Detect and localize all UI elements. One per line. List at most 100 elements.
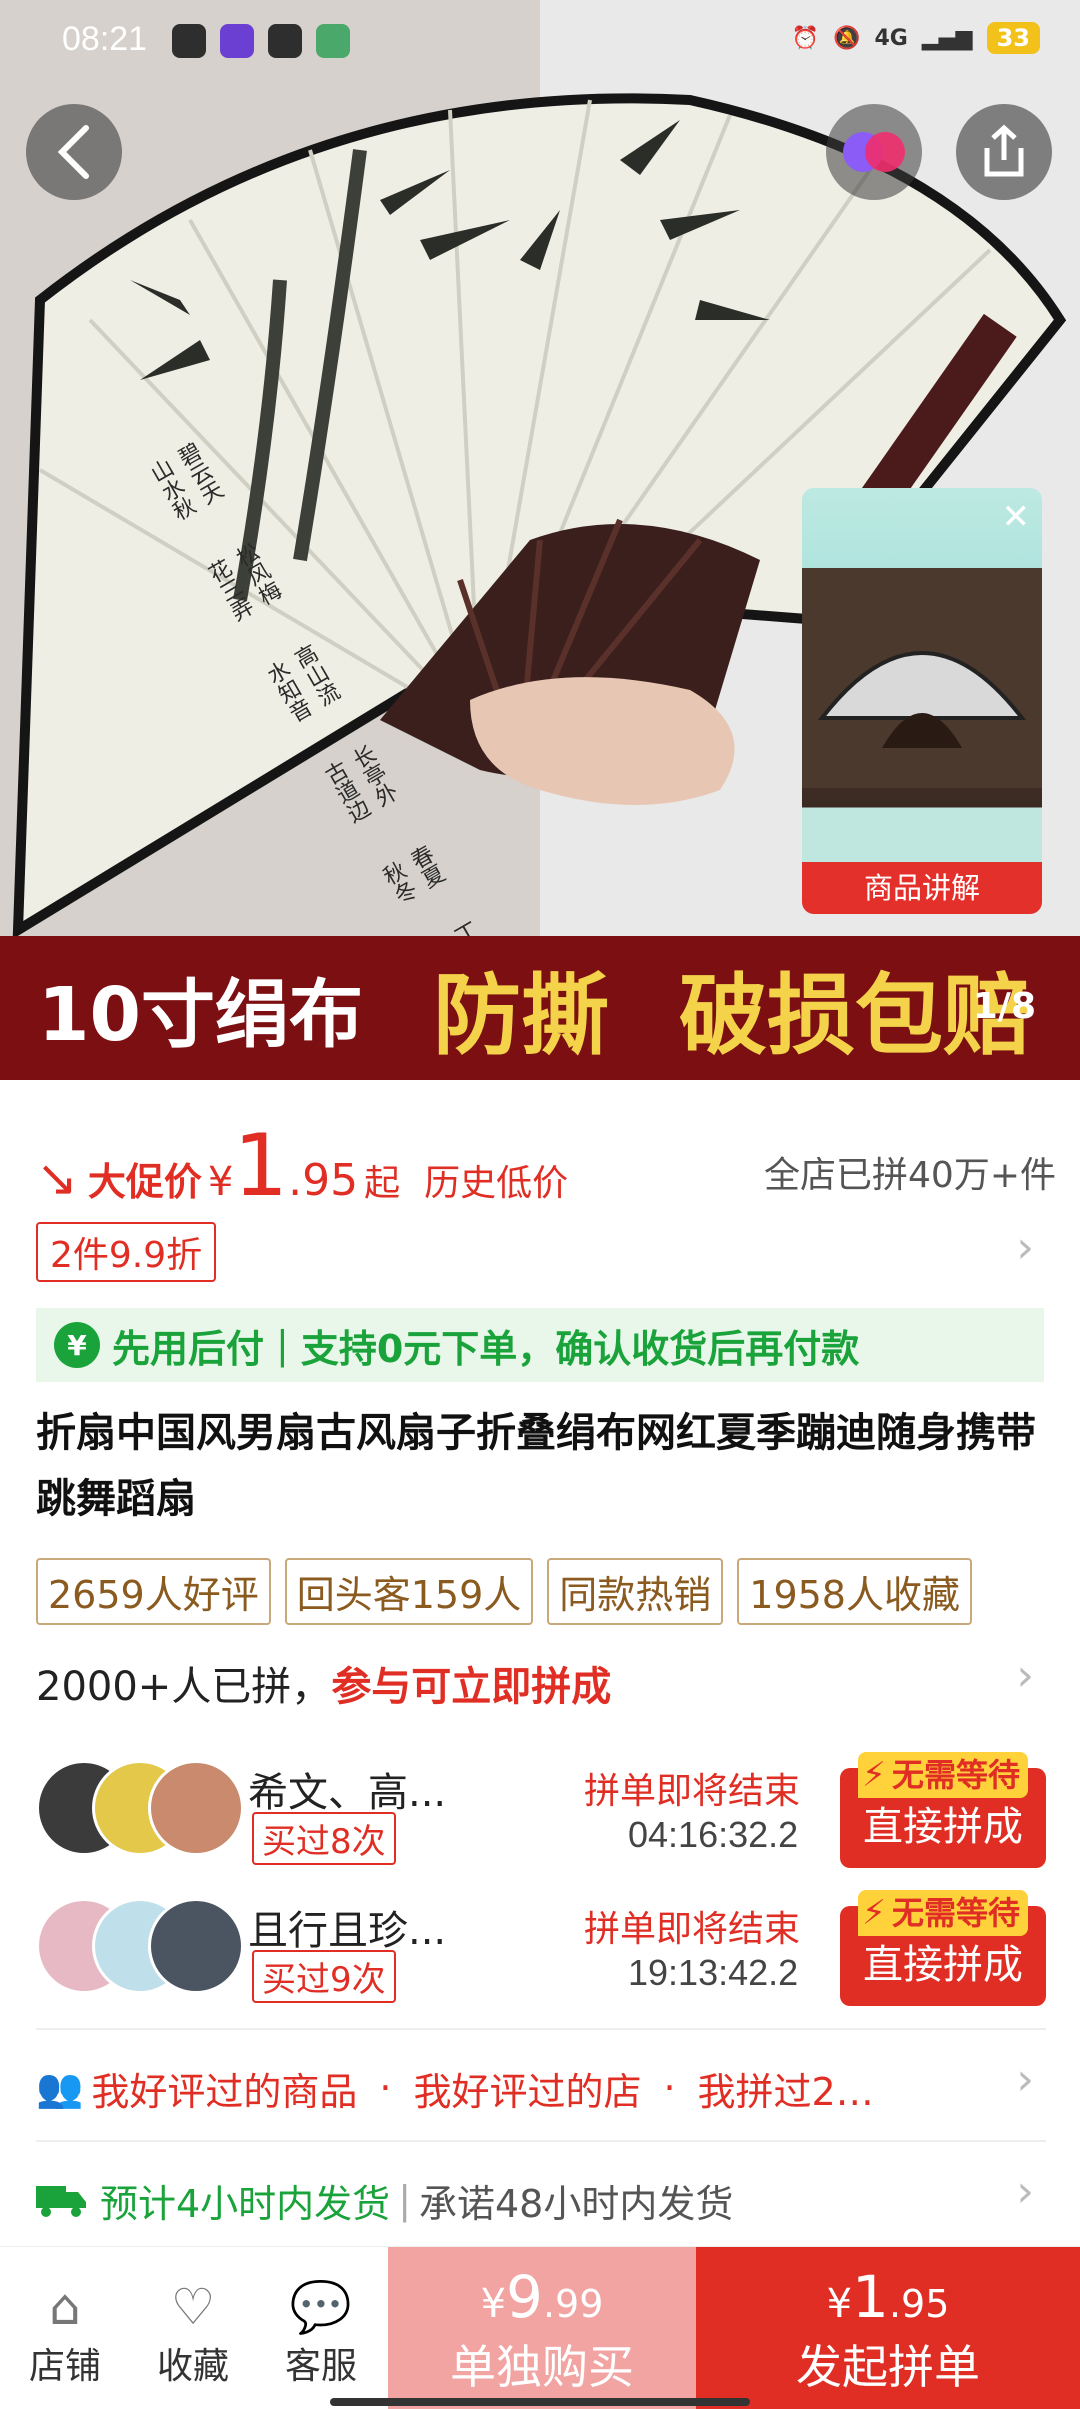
tag-favorites[interactable]: 1958人收藏 [737,1558,972,1625]
image-pager: 1/8 [972,986,1036,1027]
service-label: 客服 [284,2346,357,2387]
favorite-button[interactable]: ♡ 收藏 [138,2277,248,2389]
reviewed-link[interactable]: 我好评过的商品 [91,2061,357,2116]
notification-icons [172,24,350,58]
group-count: 2000+人已拼， [36,1664,332,1710]
group-member-names: 希文、高... [248,1770,447,1816]
sold-count: 全店已拼40万+件 [764,1155,1056,1196]
price-integer: 9 [506,2263,543,2331]
group-price: ¥1.95 [696,2247,1080,2331]
store-icon: ⌂ [49,2278,81,2336]
bottom-action-bar: ⌂ 店铺 ♡ 收藏 💬 客服 ¥9.99 单独购买 ¥1.95 发起拼单 [0,2246,1080,2409]
solo-price: ¥9.99 [388,2247,696,2331]
share-icon [984,124,1024,177]
product-title: 折扇中国风男扇古风扇子折叠绢布网红夏季蹦迪随身携带跳舞蹈扇 [36,1410,1036,1522]
product-image[interactable]: 碧云天山水秋 松风梅花三弄 高山流水知音 长亭外古道边 春夏秋冬 丁酉年秋 08… [0,0,1080,1080]
mute-icon: 🔕 [833,25,861,51]
system-icons: ⏰ 🔕 4G ▂▄▆ 33 [792,22,1040,54]
banner-text: 10寸绢布 [38,971,363,1058]
heart-logo-icon [843,132,905,172]
chevron-left-icon [57,125,89,179]
group-highlight: 参与可立即拼成 [331,1664,612,1710]
app-notification-icon [220,24,254,58]
price-decimal: .99 [542,2282,604,2326]
store-label: 店铺 [28,2346,101,2387]
store-button[interactable]: ⌂ 店铺 [10,2277,120,2389]
group-row: 希文、高... 买过8次 拼单即将结束 04:16:32.2 直接拼成 无需等待… [36,1752,1046,1872]
product-tags: 2659人好评 回头客159人 同款热销 1958人收藏 [36,1558,972,1625]
favorite-label: 收藏 [156,2346,229,2387]
video-caption: 商品讲解 [802,862,1042,914]
video-thumbnail [802,568,1042,788]
reviewed-links[interactable]: 👥 我好评过的商品 · 我好评过的店 · 我拼过2… › [36,2054,1046,2116]
app-notification-icon [172,24,206,58]
heart-icon: ♡ [170,2278,216,2336]
truck-icon [36,2186,86,2217]
promo-banner: 10寸绢布 防撕 破损包赔 1/8 [0,936,1080,1080]
buy-alone-button[interactable]: ¥9.99 单独购买 [388,2247,696,2409]
close-icon[interactable]: ✕ [1002,500,1031,534]
currency: ¥ [826,2281,853,2327]
group-buy-header[interactable]: 2000+人已拼，参与可立即拼成 › [36,1650,1046,1714]
avatar-group [36,1760,244,1860]
back-button[interactable] [26,104,122,200]
countdown: 19:13:42.2 [628,1952,799,1993]
reviewed-link[interactable]: 我拼过2… [698,2061,874,2116]
pay-later-desc: 支持0元下单，确认收货后再付款 [300,1326,860,1371]
customer-service-button[interactable]: 💬 客服 [266,2277,376,2389]
bolt-icon: ⚡ [862,1893,886,1933]
signal-icon: 4G [874,25,908,51]
shipping-row[interactable]: 预计4小时内发货 | 承诺48小时内发货 › [36,2166,1046,2230]
price-down-icon: ↘ [36,1149,78,1207]
banner-text: 防撕 [432,963,609,1067]
separator: | [398,2178,411,2222]
avatar [148,1898,244,1994]
price-suffix: 起 [364,1163,401,1204]
group-ending-label: 拼单即将结束 [584,1909,801,1950]
group-ending-label: 拼单即将结束 [584,1771,801,1812]
home-indicator[interactable] [330,2398,750,2406]
avatar-group [36,1898,244,1998]
shipping-estimate: 预计4小时内发货 [100,2181,391,2226]
dot-separator: · [663,2066,676,2110]
coupon-row[interactable]: 2件9.9折 › [36,1222,1046,1282]
price-row: ↘ 大促价 ¥ 1 .95 起 历史低价 全店已拼40万+件 [36,1116,1056,1216]
brand-logo-button[interactable] [826,104,922,200]
chevron-right-icon: › [1016,1222,1034,1273]
chevron-right-icon: › [1016,2054,1034,2105]
promo-label: 大促价 [87,1160,202,1204]
app-notification-icon [268,24,302,58]
chevron-right-icon: › [1016,1650,1034,1701]
group-label: 发起拼单 [796,2340,980,2394]
app-notification-icon [316,24,350,58]
group-member-names: 且行且珍... [248,1908,447,1954]
people-icon: 👥 [36,2065,84,2110]
tag-reviews[interactable]: 2659人好评 [36,1558,271,1625]
alarm-icon: ⏰ [791,25,820,51]
divider [36,2140,1046,2142]
start-group-button[interactable]: ¥1.95 发起拼单 [696,2247,1080,2409]
battery-icon: 33 [986,22,1040,54]
pay-later-icon: ¥ [54,1322,100,1368]
signal-bars-icon: ▂▄▆ [921,25,973,51]
chat-icon: 💬 [289,2278,353,2336]
price-decimal: .95 [288,1155,359,1206]
product-video-card[interactable]: ✕ 商品讲解 [802,488,1042,914]
shipping-promise: 承诺48小时内发货 [419,2181,734,2226]
solo-label: 单独购买 [450,2340,634,2394]
tag-hot-sale[interactable]: 同款热销 [547,1558,724,1625]
bought-times-badge: 买过8次 [252,1812,396,1865]
reviewed-link[interactable]: 我好评过的店 [413,2061,641,2116]
price-integer: 1 [233,1116,289,1216]
pay-later-banner[interactable]: ¥ 先用后付 | 支持0元下单，确认收货后再付款 [36,1308,1044,1382]
separator: | [276,1323,289,1367]
currency: ¥ [480,2281,507,2327]
coupon-badge: 2件9.9折 [36,1222,217,1282]
countdown: 04:16:32.2 [628,1814,799,1855]
share-button[interactable] [956,104,1052,200]
price-decimal: .95 [888,2282,950,2326]
tag-repeat-customers[interactable]: 回头客159人 [284,1558,534,1625]
avatar [148,1760,244,1856]
price-integer: 1 [852,2263,889,2331]
bolt-icon: ⚡ [862,1755,886,1795]
